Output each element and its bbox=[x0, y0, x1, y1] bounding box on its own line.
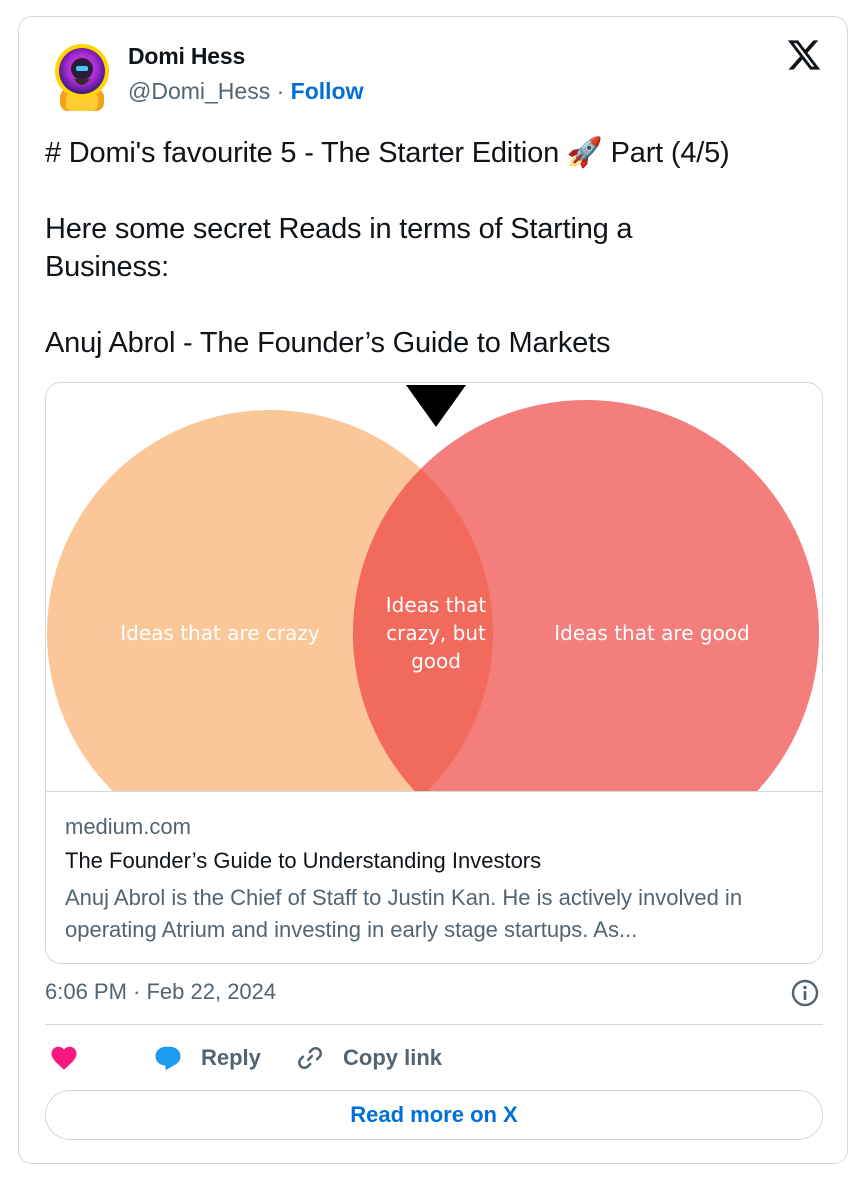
venn-overlap-label-2: crazy, but bbox=[386, 621, 486, 645]
read-more-button[interactable]: Read more on X bbox=[45, 1090, 823, 1140]
venn-overlap-label-3: good bbox=[411, 649, 461, 673]
reply-label: Reply bbox=[201, 1045, 261, 1070]
action-bar: Reply Copy link bbox=[45, 1038, 823, 1078]
avatar[interactable] bbox=[52, 39, 112, 111]
link-preview-card[interactable]: Ideas that are crazy Ideas that crazy, b… bbox=[45, 382, 823, 964]
info-icon[interactable] bbox=[790, 978, 820, 1008]
tweet-line-intro: Here some secret Reads in terms of Start… bbox=[45, 213, 633, 283]
heart-icon bbox=[51, 1046, 77, 1070]
venn-left-label: Ideas that are crazy bbox=[120, 621, 320, 645]
link-title: The Founder’s Guide to Understanding Inv… bbox=[65, 848, 542, 873]
link-description: Anuj Abrol is the Chief of Staff to Just… bbox=[65, 885, 743, 942]
tweet-timestamp[interactable]: 6:06 PM · Feb 22, 2024 bbox=[45, 979, 276, 1005]
venn-diagram-image: Ideas that are crazy Ideas that crazy, b… bbox=[47, 385, 819, 791]
x-logo-icon[interactable] bbox=[786, 37, 822, 73]
tweet-line-title: # Domi's favourite 5 - The Starter Editi… bbox=[45, 137, 730, 169]
author-handle[interactable]: @Domi_Hess bbox=[128, 78, 270, 104]
like-button[interactable] bbox=[49, 1038, 79, 1078]
tweet-card: Domi Hess @Domi_Hess · Follow # Domi's f… bbox=[18, 16, 848, 1164]
down-arrow-icon bbox=[406, 385, 466, 427]
link-domain: medium.com bbox=[65, 814, 191, 839]
separator-dot: · bbox=[276, 78, 285, 104]
reply-button[interactable]: Reply bbox=[153, 1038, 261, 1078]
venn-overlap-label-1: Ideas that bbox=[386, 593, 487, 617]
tweet-text: # Domi's favourite 5 - The Starter Editi… bbox=[45, 134, 835, 362]
link-preview-meta: medium.com The Founder’s Guide to Unders… bbox=[46, 791, 822, 963]
venn-right-label: Ideas that are good bbox=[554, 621, 749, 645]
link-icon bbox=[298, 1047, 322, 1069]
divider bbox=[45, 1024, 823, 1025]
copy-link-button[interactable]: Copy link bbox=[295, 1038, 442, 1078]
author-handle-row: @Domi_Hess · Follow bbox=[128, 78, 364, 105]
reply-bubble-icon bbox=[155, 1046, 181, 1071]
author-name[interactable]: Domi Hess bbox=[128, 43, 245, 70]
copy-link-label: Copy link bbox=[343, 1045, 443, 1070]
follow-button[interactable]: Follow bbox=[291, 78, 364, 104]
tweet-line-book: Anuj Abrol - The Founder’s Guide to Mark… bbox=[45, 327, 611, 359]
